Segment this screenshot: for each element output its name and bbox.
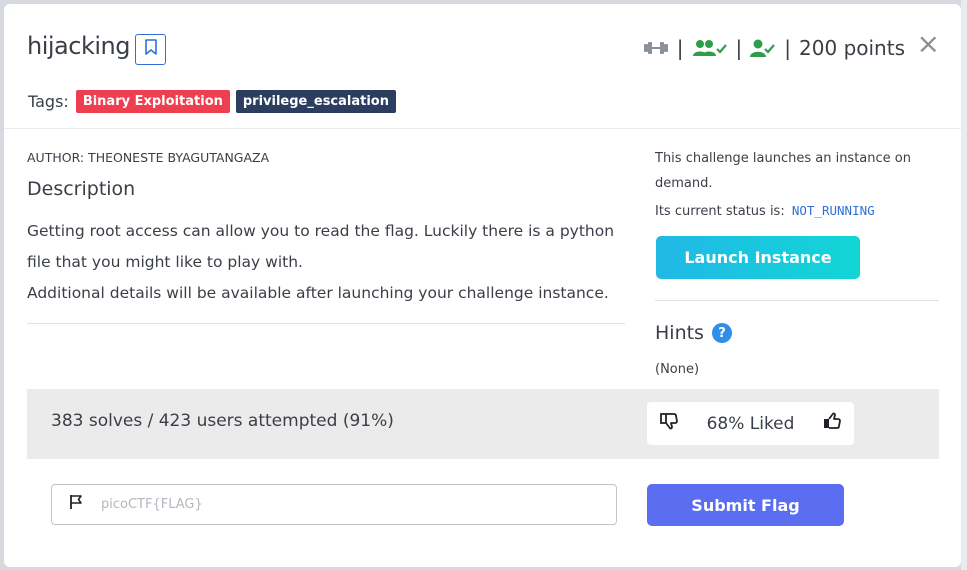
tag-privilege-escalation[interactable]: privilege_escalation bbox=[235, 90, 396, 113]
description-body: Getting root access can allow you to rea… bbox=[27, 216, 627, 309]
challenge-title: hijacking bbox=[27, 32, 130, 60]
page-backdrop bbox=[961, 0, 967, 570]
launch-instance-button[interactable]: Launch Instance bbox=[656, 236, 860, 279]
description-heading: Description bbox=[27, 178, 136, 200]
flag-icon bbox=[69, 494, 83, 515]
help-icon[interactable]: ? bbox=[711, 323, 732, 343]
like-widget: 68% Liked bbox=[647, 402, 854, 445]
modal-header: hijacking | | | 200 points × Tags: Binar… bbox=[4, 4, 961, 129]
user-check-icon bbox=[750, 38, 776, 58]
tag-binary-exploitation[interactable]: Binary Exploitation bbox=[75, 90, 230, 113]
description-line: Getting root access can allow you to rea… bbox=[27, 222, 615, 271]
description-line: Additional details will be available aft… bbox=[27, 284, 609, 302]
stats-bar: 383 solves / 423 users attempted (91%) 6… bbox=[27, 389, 939, 459]
tags-row: Tags: Binary Exploitation privilege_esca… bbox=[28, 90, 402, 113]
meta-separator: | bbox=[676, 36, 684, 60]
bookmark-icon bbox=[144, 39, 157, 60]
status-prefix: Its current status is: bbox=[655, 204, 785, 219]
meta-separator: | bbox=[735, 36, 743, 60]
solves-text: 383 solves / 423 users attempted (91%) bbox=[51, 411, 394, 431]
thumbs-up-icon[interactable] bbox=[822, 412, 842, 435]
hints-content: (None) bbox=[655, 362, 700, 377]
author-label: AUTHOR: THEONESTE BYAGUTANGAZA bbox=[27, 150, 270, 165]
flag-input[interactable] bbox=[99, 496, 583, 513]
close-icon[interactable]: × bbox=[917, 30, 940, 58]
tags-label: Tags: bbox=[28, 92, 69, 111]
hints-title: Hints bbox=[655, 322, 704, 344]
status-value: NOT_RUNNING bbox=[791, 203, 875, 218]
users-check-icon bbox=[692, 38, 728, 58]
instance-description: This challenge launches an instance on d… bbox=[655, 151, 911, 191]
hints-heading: Hints ? bbox=[655, 322, 732, 344]
divider bbox=[27, 323, 625, 324]
challenge-meta: | | | 200 points bbox=[643, 34, 905, 62]
meta-separator: | bbox=[784, 36, 792, 60]
thumbs-down-icon[interactable] bbox=[659, 412, 679, 435]
liked-percentage: 68% Liked bbox=[706, 413, 795, 434]
flag-input-field[interactable] bbox=[51, 484, 617, 525]
divider bbox=[655, 300, 939, 301]
dumbbell-icon bbox=[643, 40, 669, 56]
bookmark-button[interactable] bbox=[135, 34, 166, 65]
challenge-modal: hijacking | | | 200 points × Tags: Binar… bbox=[4, 4, 961, 567]
instance-status: Its current status is: NOT_RUNNING bbox=[655, 203, 875, 219]
submit-flag-button[interactable]: Submit Flag bbox=[647, 484, 844, 526]
points-label: 200 points bbox=[799, 36, 905, 60]
